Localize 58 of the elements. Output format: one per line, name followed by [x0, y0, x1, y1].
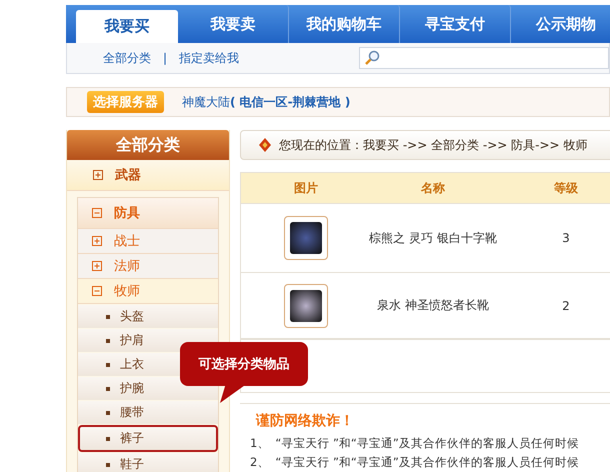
server-name: 神魔大陆( 电信一区-荆棘营地 ): [182, 94, 350, 110]
item-level: 2: [562, 298, 570, 312]
item-image: [290, 222, 322, 254]
list-number: 1、: [250, 436, 270, 451]
category-link[interactable]: 全部分类: [103, 50, 151, 66]
item-type-link[interactable]: 裤子: [78, 425, 218, 452]
list-number: 2、: [250, 455, 270, 470]
subcategory-item[interactable]: 法师: [78, 254, 218, 279]
bullet-icon: [106, 436, 110, 440]
category-label: 武器: [115, 167, 141, 184]
category-item[interactable]: 防具: [78, 198, 218, 229]
item-image: [290, 290, 322, 322]
bullet-icon: [106, 362, 110, 366]
warning-title: 谨防网络欺诈！: [254, 412, 355, 430]
diamond-icon: [259, 138, 271, 152]
item-level: 3: [562, 231, 570, 245]
subcategory-item[interactable]: 战士: [78, 229, 218, 254]
item-type-label: 裤子: [120, 430, 144, 447]
expand-icon: [92, 261, 102, 271]
collapse-icon: [92, 208, 102, 218]
warning-text: “寻宝天行 ”和“寻宝通”及其合作伙伴的客服人员任何时候: [275, 455, 579, 470]
bullet-icon: [106, 314, 110, 318]
warning-text: “寻宝天行 ”和“寻宝通”及其合作伙伴的客服人员任何时候: [275, 436, 579, 451]
item-type-label: 腰带: [120, 404, 144, 421]
category-item[interactable]: 武器: [67, 160, 229, 191]
subcategory-label: 牧师: [114, 283, 140, 300]
item-type-link[interactable]: 鞋子: [78, 453, 218, 472]
bullet-icon: [106, 462, 110, 466]
item-type-label: 鞋子: [120, 456, 144, 472]
bullet-icon: [106, 338, 110, 342]
expand-icon: [92, 236, 102, 246]
search-field[interactable]: [359, 47, 609, 69]
subcategory-label: 战士: [114, 233, 140, 250]
expand-icon: [93, 170, 103, 180]
column-header: 图片: [294, 180, 318, 196]
item-type-label: 上衣: [120, 356, 144, 373]
subcategory-label: 法师: [114, 258, 140, 275]
nav-tab[interactable]: 我要买: [76, 10, 178, 43]
sell-to-me-link[interactable]: 指定卖给我: [179, 50, 240, 66]
item-type-label: 头盔: [120, 308, 144, 325]
item-type-label: 护肩: [120, 332, 144, 349]
item-name[interactable]: 棕熊之 灵巧 银白十字靴: [369, 230, 497, 246]
item-name[interactable]: 泉水 神圣愤怒者长靴: [377, 297, 489, 314]
item-type-link[interactable]: 护腕: [78, 377, 218, 400]
breadcrumb-text: 您现在的位置：我要买 ->> 全部分类 ->> 防具->> 牧师: [279, 136, 588, 154]
collapse-icon: [92, 286, 102, 296]
item-type-label: 护腕: [120, 380, 144, 397]
subcategory-item[interactable]: 牧师: [78, 279, 218, 304]
column-header: 名称: [421, 180, 445, 196]
item-type-link[interactable]: 头盔: [78, 305, 218, 328]
bullet-icon: [106, 410, 110, 414]
sidebar-title: 全部分类: [67, 130, 229, 160]
search-icon: [364, 50, 380, 66]
category-label: 防具: [114, 205, 140, 222]
column-header: 等级: [554, 180, 578, 196]
separator: |: [163, 51, 168, 65]
bullet-icon: [106, 386, 110, 390]
item-type-link[interactable]: 腰带: [78, 401, 218, 424]
